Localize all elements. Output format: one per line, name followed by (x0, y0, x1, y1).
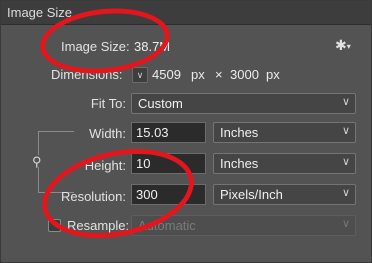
resolution-unit-value: Pixels/Inch (220, 187, 283, 202)
chevron-down-icon: ∨ (341, 218, 350, 230)
dimensions-unit-dropdown[interactable]: ∨ (132, 67, 148, 83)
chevron-down-icon: ∨ (341, 96, 350, 108)
height-unit-select[interactable]: Inches ∨ (213, 153, 356, 174)
width-unit-select[interactable]: Inches ∨ (213, 122, 356, 143)
dialog-titlebar: Image Size (1, 1, 371, 25)
chevron-down-icon: ∨ (341, 187, 350, 199)
fit-to-value: Custom (138, 96, 183, 111)
chevron-down-icon: ∨ (136, 70, 144, 80)
dimensions-width-unit: px (191, 67, 205, 82)
dimensions-times-sign: × (215, 67, 223, 82)
fit-to-label: Fit To: (90, 96, 126, 111)
dimensions-height-value: 3000 (230, 67, 259, 82)
dialog-title: Image Size (7, 5, 73, 20)
link-icon[interactable]: ⚲ (32, 154, 42, 170)
width-input[interactable]: 15.03 (131, 122, 206, 143)
chevron-down-icon: ∨ (341, 125, 350, 137)
dimensions-width-value: 4509 (152, 67, 181, 82)
width-unit-value: Inches (220, 125, 259, 140)
link-bracket-upper-vertical (38, 131, 39, 155)
image-size-dialog: Image Size Image Size: 38.7M ✱▾ Dimensio… (0, 0, 372, 263)
chevron-down-icon: ∨ (341, 156, 350, 168)
gear-icon[interactable]: ✱▾ (335, 37, 351, 54)
fit-to-select[interactable]: Custom ∨ (131, 93, 356, 114)
resolution-unit-select[interactable]: Pixels/Inch ∨ (213, 184, 356, 205)
height-unit-value: Inches (220, 156, 259, 171)
width-label: Width: (89, 126, 126, 141)
link-bracket-lower-vertical (38, 167, 39, 193)
dimensions-height-unit: px (266, 67, 280, 82)
